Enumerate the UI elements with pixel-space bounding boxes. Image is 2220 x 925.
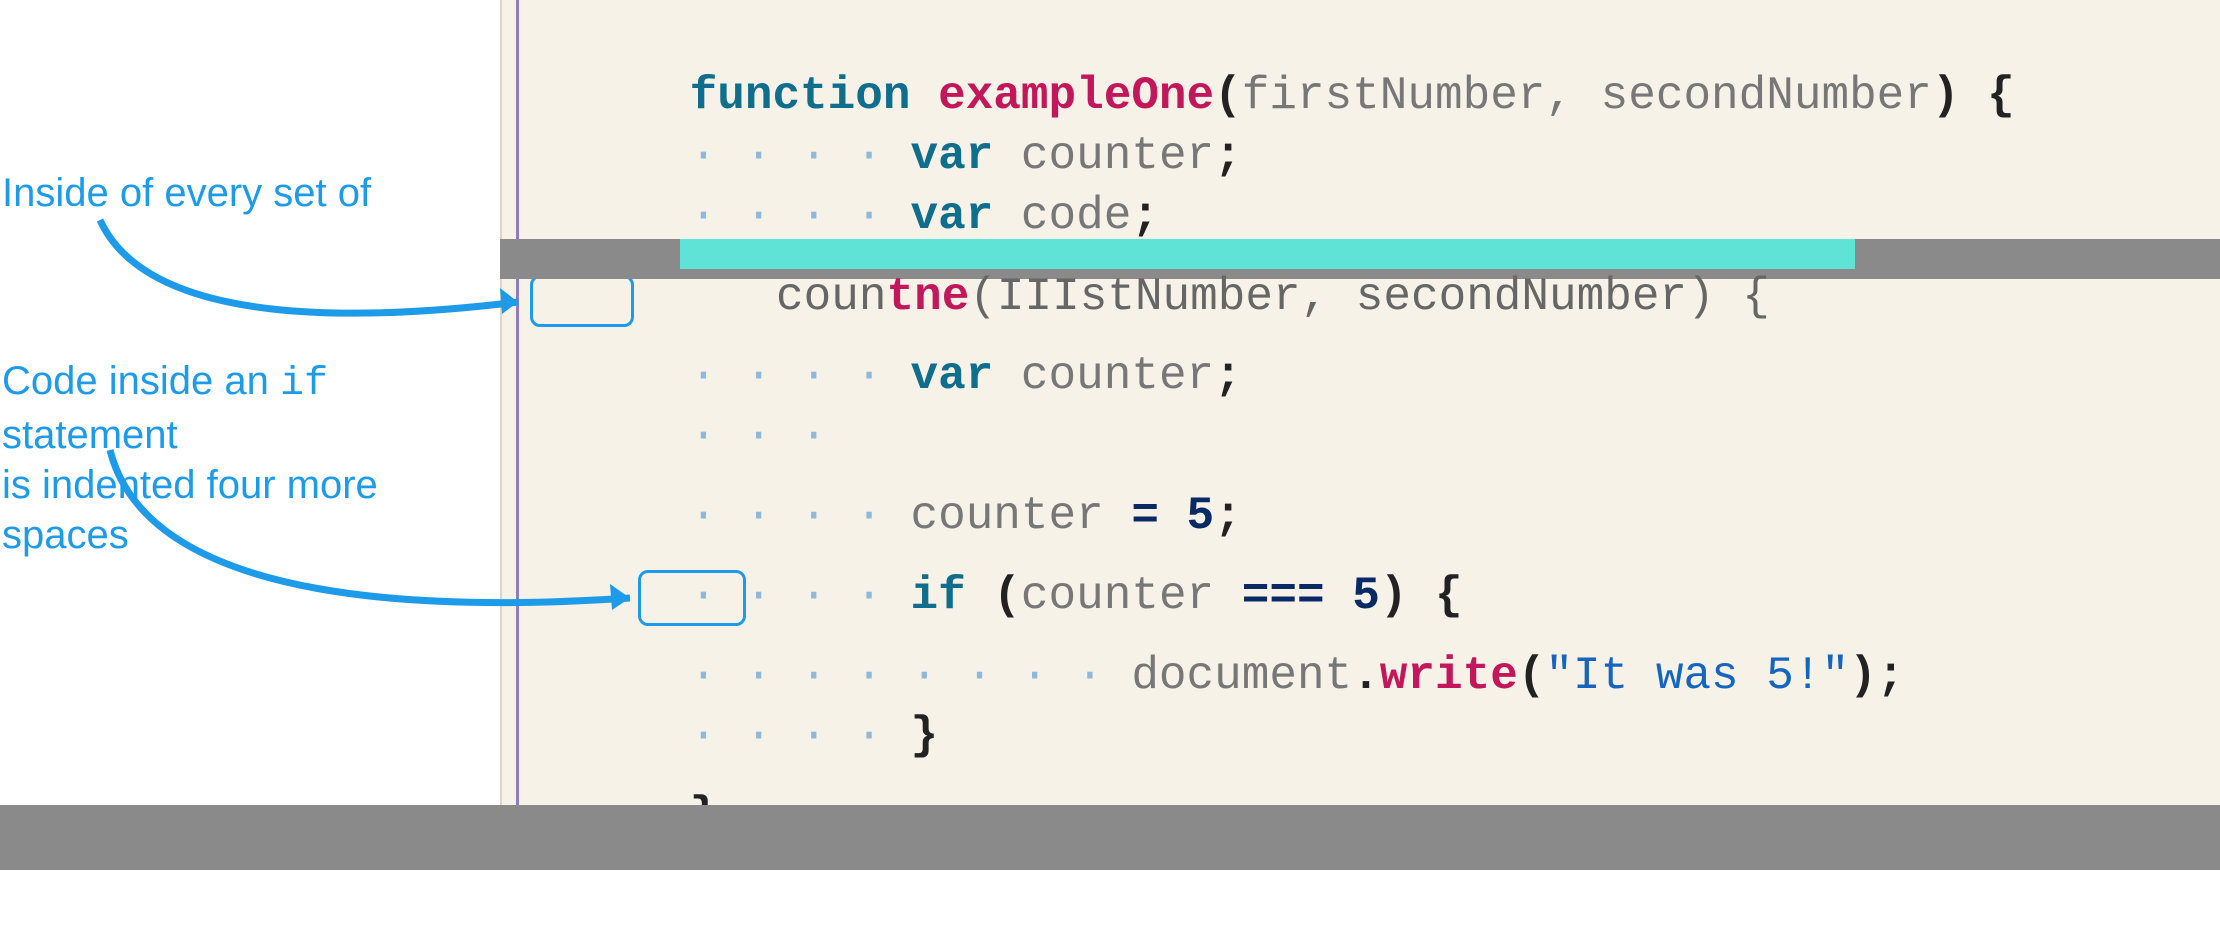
- code-line-2: · · · · var counter;: [524, 66, 1242, 126]
- annotation-text: Inside of every set of: [2, 171, 371, 215]
- code-editor-panel: function exampleOne(firstNumber, secondN…: [500, 0, 2220, 805]
- whitespace-dots: · · · ·: [690, 706, 911, 766]
- glitch-prefix: coun: [666, 271, 887, 323]
- code-line-3: · · · · var code;: [524, 126, 1159, 186]
- editor-margin-line: [516, 0, 519, 805]
- code-line-11: · · · · }: [524, 646, 938, 706]
- page: Inside of every set of Code inside an if…: [0, 0, 2220, 925]
- glitch-rest: (IIIstNumber, secondNumber) {: [969, 271, 1770, 323]
- token-method-write: write: [1380, 650, 1518, 702]
- token-param1: firstNumber: [1242, 70, 1546, 122]
- token-string-itwas5: "It was 5!": [1545, 650, 1849, 702]
- arrow-to-second-indent: [90, 440, 660, 630]
- token-semi: ;: [1877, 650, 1905, 702]
- annotation-code-if: if: [280, 362, 328, 407]
- glitch-fn: tne: [886, 271, 969, 323]
- whitespace-dots: · · · ·: [910, 646, 1131, 706]
- token-brace-close: }: [910, 710, 938, 762]
- code-line-12: }: [524, 726, 717, 786]
- token-comma: ,: [1545, 70, 1600, 122]
- token-semi: ;: [1214, 130, 1242, 182]
- bottom-artifact-strip: [0, 805, 2220, 870]
- token-id-document: document: [1131, 650, 1352, 702]
- code-line-1: function exampleOne(firstNumber, secondN…: [524, 6, 2015, 66]
- code-line-9: · · · · if (counter === 5) {: [524, 506, 1463, 566]
- token-paren-close: ): [1932, 70, 1960, 122]
- arrow-to-first-indent: [70, 210, 550, 330]
- token-paren-open: (: [1518, 650, 1546, 702]
- annotation-text-prefix: Code inside an: [2, 359, 280, 403]
- token-dot: .: [1352, 650, 1380, 702]
- token-paren-close: ): [1849, 650, 1877, 702]
- render-artifact-text: countne(IIIstNumber, secondNumber) {: [500, 219, 1770, 375]
- token-brace-open: {: [1960, 70, 2015, 122]
- render-artifact-bar: countne(IIIstNumber, secondNumber) {: [500, 239, 2220, 279]
- token-param2: secondNumber: [1601, 70, 1932, 122]
